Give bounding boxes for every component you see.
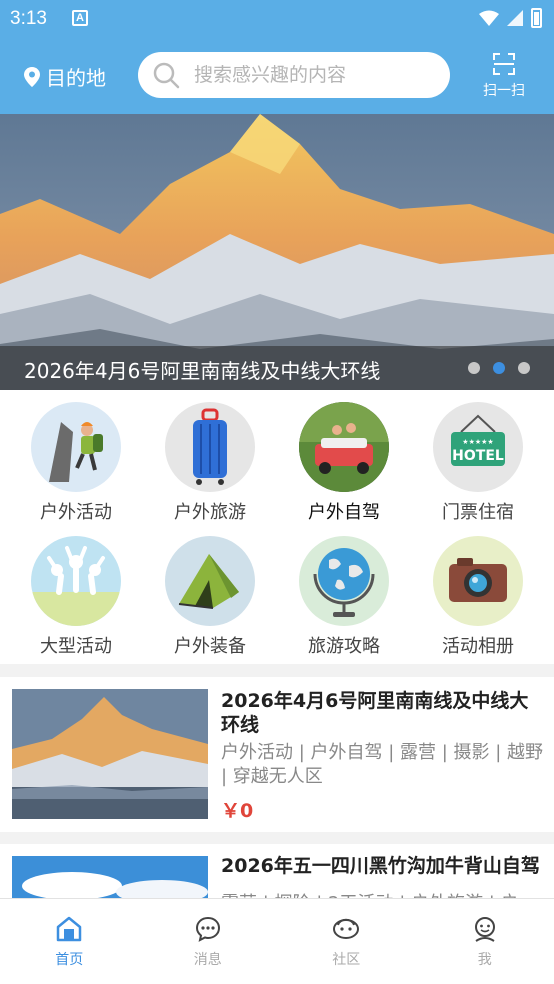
- category-outdoor-gear[interactable]: 户外装备: [143, 536, 277, 658]
- category-grid: 户外活动 户外旅游 户外自驾 ★★★★★ HOTEL 门票住宿 大型活动 户外装…: [0, 390, 554, 664]
- hotel-icon: ★★★★★ HOTEL: [433, 402, 523, 492]
- svg-text:★★★★★: ★★★★★: [462, 438, 493, 446]
- suitcase-icon: [165, 402, 255, 492]
- category-label: 门票住宿: [442, 502, 514, 523]
- status-bar: 3:13 A: [0, 0, 554, 38]
- list-item-price: ￥0: [221, 800, 254, 822]
- svg-text:HOTEL: HOTEL: [452, 448, 504, 464]
- nav-messages[interactable]: 消息: [139, 899, 278, 984]
- list-item[interactable]: 2026年4月6号阿里南南线及中线大环线 户外活动 | 户外自驾 | 露营 | …: [0, 677, 554, 832]
- app-header: 3:13 A 目的地 扫一扫: [0, 0, 554, 114]
- search-input[interactable]: [194, 64, 434, 86]
- car-icon: [299, 402, 389, 492]
- community-icon: [333, 918, 360, 939]
- camera-icon: [433, 536, 523, 626]
- destination-label: 目的地: [46, 66, 106, 90]
- scan-label: 扫一扫: [483, 83, 525, 99]
- category-large-event[interactable]: 大型活动: [9, 536, 143, 658]
- list-item-thumbnail: [12, 856, 208, 904]
- category-photo-album[interactable]: 活动相册: [411, 536, 545, 658]
- nav-label: 首页: [55, 952, 84, 968]
- tent-icon: [165, 536, 255, 626]
- category-label: 旅游攻略: [308, 636, 380, 657]
- search-icon: [153, 62, 180, 89]
- nav-community[interactable]: 社区: [277, 899, 416, 984]
- notification-icon: A: [72, 10, 88, 26]
- category-travel-guide[interactable]: 旅游攻略: [277, 536, 411, 658]
- nav-label: 我: [477, 952, 492, 968]
- message-icon: [195, 916, 220, 942]
- carousel-dot[interactable]: [518, 362, 530, 374]
- home-icon: [57, 916, 82, 942]
- banner-title: 2026年4月6号阿里南南线及中线大环线: [24, 359, 381, 383]
- nav-profile[interactable]: 我: [416, 899, 554, 984]
- crowd-icon: [31, 536, 121, 626]
- scan-button[interactable]: 扫一扫: [476, 52, 532, 100]
- carousel-dots: [468, 362, 530, 374]
- category-self-drive[interactable]: 户外自驾: [277, 402, 411, 524]
- category-label: 户外装备: [174, 636, 246, 657]
- carousel-dot-active[interactable]: [493, 362, 505, 374]
- category-outdoor-travel[interactable]: 户外旅游: [143, 402, 277, 524]
- category-label: 大型活动: [40, 636, 112, 657]
- nav-home[interactable]: 首页: [0, 899, 139, 984]
- globe-icon: [299, 536, 389, 626]
- status-time: 3:13: [10, 8, 47, 29]
- list-item-thumbnail: [12, 689, 208, 819]
- banner-carousel[interactable]: 2026年4月6号阿里南南线及中线大环线: [0, 114, 554, 390]
- nav-label: 社区: [332, 952, 361, 968]
- category-label: 户外旅游: [174, 502, 246, 523]
- category-outdoor-activity[interactable]: 户外活动: [9, 402, 143, 524]
- climber-icon: [31, 402, 121, 492]
- list-item-title: 2026年4月6号阿里南南线及中线大环线: [221, 690, 529, 736]
- nav-label: 消息: [193, 952, 222, 968]
- category-tickets-hotel[interactable]: ★★★★★ HOTEL 门票住宿: [411, 402, 545, 524]
- bottom-navigation: 首页 消息 社区 我: [0, 898, 554, 984]
- banner-caption: 2026年4月6号阿里南南线及中线大环线: [0, 346, 554, 390]
- search-bar[interactable]: [138, 52, 450, 98]
- list-item[interactable]: 2026年五一四川黑竹沟加牛背山自驾 露营 | 探险 | 2天活动 | 户外旅游…: [0, 844, 554, 904]
- carousel-dot[interactable]: [468, 362, 480, 374]
- category-label: 户外自驾: [308, 502, 380, 523]
- wifi-icon: [479, 10, 499, 26]
- destination-button[interactable]: 目的地: [24, 62, 106, 91]
- profile-icon: [474, 917, 495, 942]
- signal-icon: [507, 10, 523, 26]
- battery-icon: [531, 8, 542, 28]
- list-item-tags: 户外活动 | 户外自驾 | 露营 | 摄影 | 越野 | 穿越无人区: [221, 742, 544, 787]
- category-label: 活动相册: [442, 636, 514, 657]
- category-label: 户外活动: [40, 502, 112, 523]
- location-pin-icon: [24, 66, 40, 87]
- scan-icon: [493, 53, 515, 75]
- list-item-title: 2026年五一四川黑竹沟加牛背山自驾: [221, 855, 540, 877]
